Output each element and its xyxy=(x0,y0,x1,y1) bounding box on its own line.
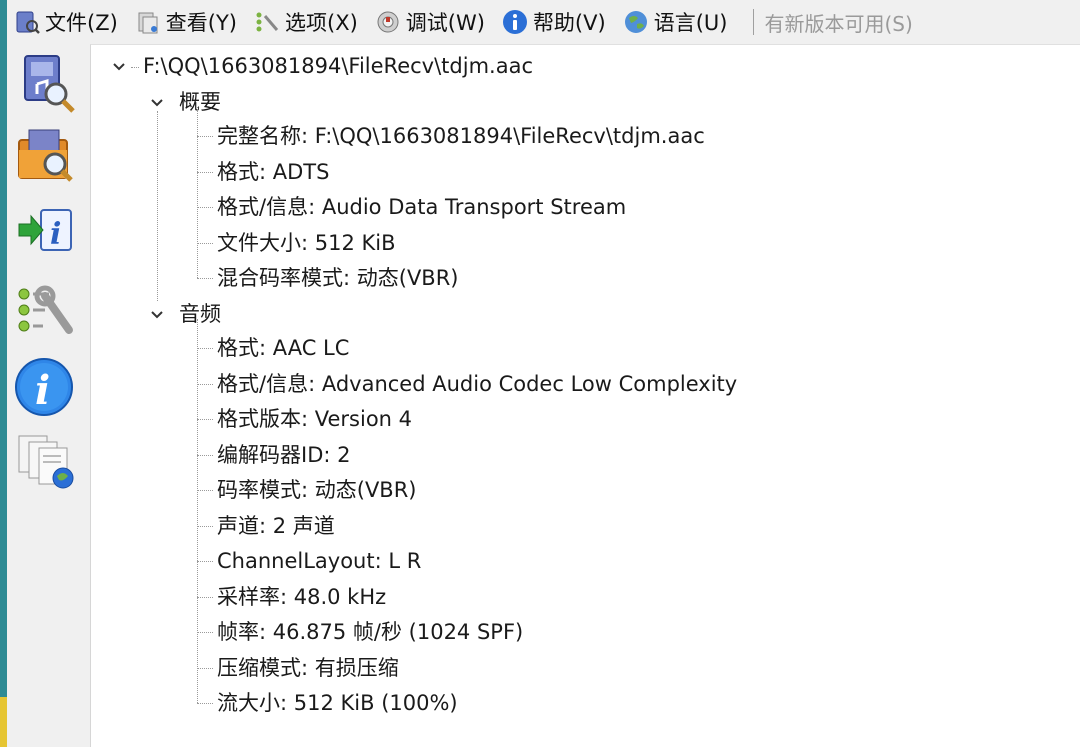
tree-connector xyxy=(197,525,213,527)
tree-connector xyxy=(197,319,198,703)
tree-connector xyxy=(197,383,213,385)
chevron-down-icon[interactable] xyxy=(149,307,165,323)
tree-connector xyxy=(197,596,213,598)
tree-connector xyxy=(157,111,158,301)
tree-connector xyxy=(197,348,213,349)
menu-debug-label: 调试(W) xyxy=(405,11,485,35)
preferences-icon[interactable] xyxy=(13,278,79,344)
edge-accent xyxy=(0,697,7,747)
open-file-icon[interactable] xyxy=(13,50,79,116)
tree-leaf-item[interactable]: 文件大小: 512 KiB xyxy=(217,226,396,260)
file-menu-icon xyxy=(13,8,41,36)
tree-leaf-item[interactable]: 格式版本: Version 4 xyxy=(217,402,412,436)
tree-connector xyxy=(197,667,213,669)
tree-connector xyxy=(197,490,213,491)
tree-connector xyxy=(197,703,213,704)
tree-root-file[interactable]: F:\QQ\1663081894\FileRecv\tdjm.aac xyxy=(143,49,533,83)
menu-debug[interactable]: 调试(W) xyxy=(368,3,495,41)
chevron-down-icon[interactable] xyxy=(111,59,127,75)
tree-connector xyxy=(131,67,139,68)
globe-icon xyxy=(622,8,650,36)
tree-leaf-item[interactable]: 声道: 2 声道 xyxy=(217,509,335,543)
menu-language-label: 语言(U) xyxy=(653,11,728,35)
tree-leaf-item[interactable]: 格式/信息: Audio Data Transport Stream xyxy=(217,190,626,224)
debug-menu-icon xyxy=(374,8,402,36)
tree-connector xyxy=(197,136,213,137)
tree-leaf-item[interactable]: 帧率: 46.875 帧/秒 (1024 SPF) xyxy=(217,615,523,649)
tree-leaf-item[interactable]: 混合码率模式: 动态(VBR) xyxy=(217,261,459,295)
tree-leaf-item[interactable]: 完整名称: F:\QQ\1663081894\FileRecv\tdjm.aac xyxy=(217,119,705,153)
export-info-icon[interactable]: i xyxy=(13,200,79,266)
chevron-down-icon[interactable] xyxy=(149,95,165,111)
menu-help-label: 帮助(V) xyxy=(532,11,606,35)
tree-leaf-item[interactable]: 码率模式: 动态(VBR) xyxy=(217,473,417,507)
tree-connector xyxy=(197,419,213,420)
tree-connector xyxy=(197,454,213,456)
tree-leaf-item[interactable]: 流大小: 512 KiB (100%) xyxy=(217,686,458,720)
section-general[interactable]: 概要 xyxy=(179,85,221,119)
help-info-icon xyxy=(501,8,529,36)
menu-view[interactable]: 查看(Y) xyxy=(128,3,247,41)
tree-connector xyxy=(197,242,213,244)
tree-leaf-item[interactable]: 压缩模式: 有损压缩 xyxy=(217,651,399,685)
menu-view-label: 查看(Y) xyxy=(165,11,237,35)
tree-connector xyxy=(197,632,213,633)
options-menu-icon xyxy=(253,8,281,36)
menu-file[interactable]: 文件(Z) xyxy=(7,3,128,41)
tree-leaf-item[interactable]: 采样率: 48.0 kHz xyxy=(217,580,386,614)
menu-options[interactable]: 选项(X) xyxy=(247,3,368,41)
window-edge xyxy=(0,0,7,747)
open-folder-icon[interactable] xyxy=(13,124,79,190)
info-tree-panel: F:\QQ\1663081894\FileRecv\tdjm.aac 概要 完整… xyxy=(90,44,1080,747)
menu-language[interactable]: 语言(U) xyxy=(616,3,738,41)
update-available: 有新版本可用(S) xyxy=(764,11,913,36)
tree-connector xyxy=(197,171,213,173)
tree-leaf-item[interactable]: 编解码器ID: 2 xyxy=(217,438,350,472)
tree-leaf-item[interactable]: ChannelLayout: L R xyxy=(217,544,421,578)
view-menu-icon xyxy=(134,8,162,36)
sheets-web-icon[interactable] xyxy=(13,430,79,496)
menu-bar: 文件(Z) 查看(Y) 选项(X) 调试(W) 帮助(V) 语言(U) 有新版本… xyxy=(7,0,1080,44)
about-icon[interactable]: i xyxy=(13,354,79,420)
menu-help[interactable]: 帮助(V) xyxy=(495,3,616,41)
tree-leaf-item[interactable]: 格式/信息: Advanced Audio Codec Low Complexi… xyxy=(217,367,737,401)
svg-text:i: i xyxy=(50,217,61,252)
menu-separator xyxy=(753,9,755,35)
menu-options-label: 选项(X) xyxy=(285,11,358,35)
side-toolbar: i i xyxy=(7,44,89,747)
tree-connector xyxy=(197,207,213,208)
section-audio[interactable]: 音频 xyxy=(179,297,221,331)
menu-file-label: 文件(Z) xyxy=(45,11,118,35)
tree-connector xyxy=(197,278,213,279)
tree-leaf-item[interactable]: 格式: ADTS xyxy=(217,155,329,189)
tree-connector xyxy=(197,561,213,562)
svg-text:i: i xyxy=(35,367,50,414)
tree-connector xyxy=(197,107,198,278)
tree-leaf-item[interactable]: 格式: AAC LC xyxy=(217,331,349,365)
